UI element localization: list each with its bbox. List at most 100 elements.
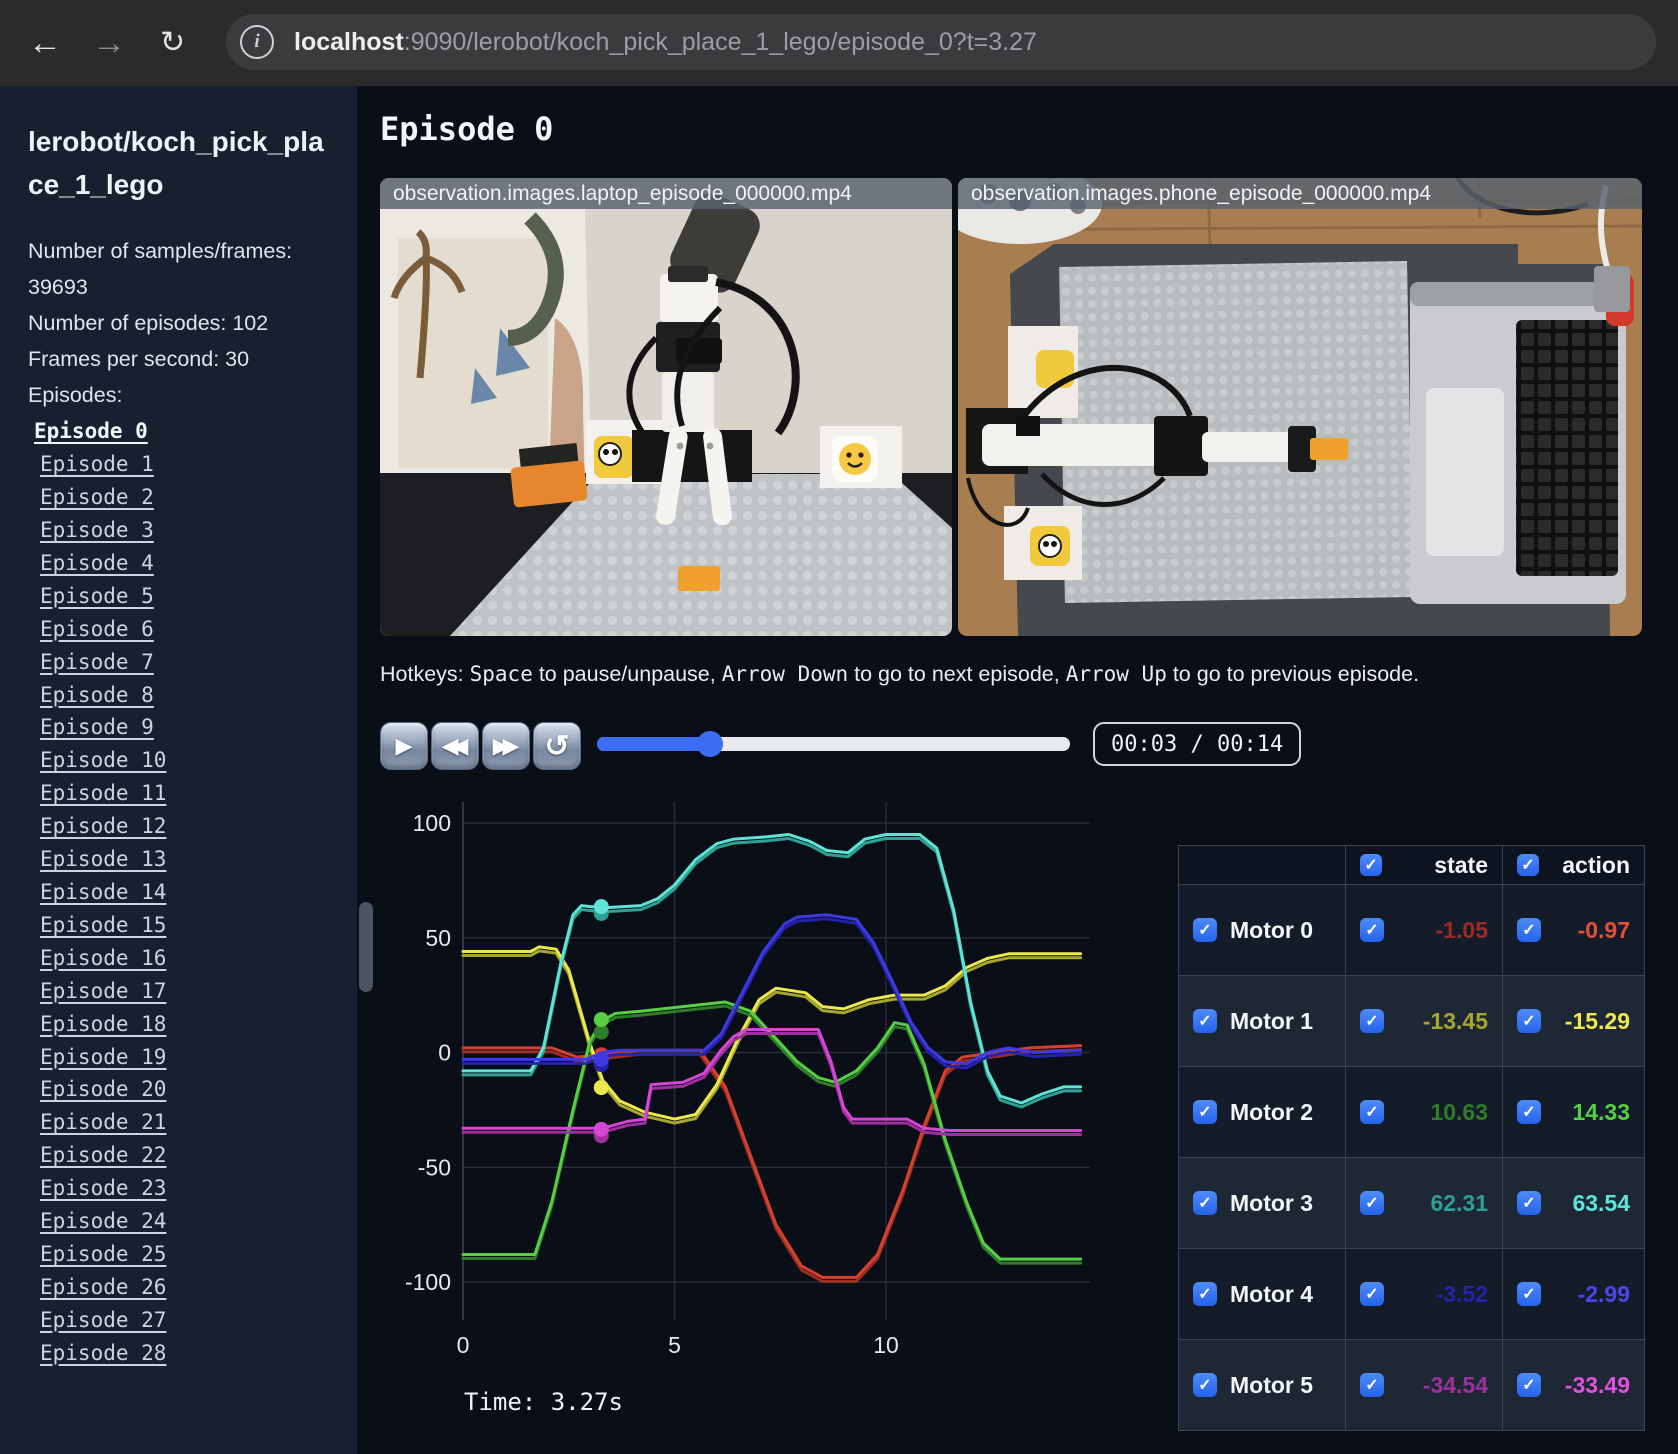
episode-link-19[interactable]: Episode 19 [28,1041,337,1074]
motor-4-state-checkbox[interactable]: ✓ [1360,1282,1384,1306]
chart-series-motor-5 [461,1028,1083,1144]
motor-5-action-checkbox[interactable]: ✓ [1517,1373,1541,1397]
episode-link-24[interactable]: Episode 24 [28,1205,337,1238]
episode-link-25[interactable]: Episode 25 [28,1238,337,1271]
motor-3-state-checkbox[interactable]: ✓ [1360,1191,1384,1215]
motor-1-checkbox[interactable]: ✓ [1193,1009,1217,1033]
rewind-button[interactable]: ◀◀ [431,722,479,770]
episode-link-13[interactable]: Episode 13 [28,843,337,876]
motor-0-action-cell: ✓ -0.97 [1502,885,1644,975]
episode-link-11[interactable]: Episode 11 [28,777,337,810]
motor-3-checkbox[interactable]: ✓ [1193,1191,1217,1215]
episode-link-4[interactable]: Episode 4 [28,547,337,580]
episode-link-0[interactable]: Episode 0 [28,415,337,448]
motor-name-cell: ✓ Motor 1 [1179,976,1345,1066]
time-display: 00:03 / 00:14 [1093,722,1302,766]
motor-5-checkbox[interactable]: ✓ [1193,1373,1217,1397]
hotkey-text: to pause/unpause, [532,662,722,686]
chart-time-label: Time: 3.27s [464,1388,623,1416]
episode-link-14[interactable]: Episode 14 [28,876,337,909]
play-button[interactable]: ▶ [380,722,428,770]
address-bar[interactable]: i localhost:9090/lerobot/koch_pick_place… [226,14,1656,70]
episode-link-8[interactable]: Episode 8 [28,679,337,712]
hotkey-key: Space [469,662,533,686]
episode-link-2[interactable]: Episode 2 [28,481,337,514]
episode-link-27[interactable]: Episode 27 [28,1304,337,1337]
table-row-motor-5: ✓ Motor 5 ✓ -34.54 ✓ -33.49 [1179,1340,1644,1431]
episode-link-22[interactable]: Episode 22 [28,1139,337,1172]
lerobot-visualizer-window: ← → ↻ i localhost:9090/lerobot/koch_pick… [0,0,1678,1454]
motor-chart-svg[interactable]: 100 50 0 -50 -100 0 5 10 [380,790,1100,1375]
seek-slider-thumb[interactable] [697,731,724,757]
motor-1-action-checkbox[interactable]: ✓ [1517,1009,1541,1033]
motor-0-state-checkbox[interactable]: ✓ [1360,918,1384,942]
y-tick-label: -100 [405,1269,451,1295]
motor-2-action-checkbox[interactable]: ✓ [1517,1100,1541,1124]
motor-3-action-cell: ✓ 63.54 [1502,1158,1644,1248]
episode-link-18[interactable]: Episode 18 [28,1008,337,1041]
state-column-checkbox[interactable]: ✓ [1360,854,1382,876]
y-tick-label: 0 [438,1040,451,1066]
motor-table: ✓ state ✓ action ✓ Motor 0 ✓ -1.05 ✓ -0.97 ✓ Motor … [1178,845,1645,1431]
episode-link-6[interactable]: Episode 6 [28,613,337,646]
episode-link-12[interactable]: Episode 12 [28,810,337,843]
episode-link-20[interactable]: Episode 20 [28,1073,337,1106]
motor-2-state-cell: ✓ 10.63 [1345,1067,1502,1157]
forward-icon[interactable]: → [92,18,126,68]
motor-name-cell: ✓ Motor 2 [1179,1067,1345,1157]
site-info-icon[interactable]: i [240,25,274,59]
episode-link-7[interactable]: Episode 7 [28,646,337,679]
episode-link-10[interactable]: Episode 10 [28,744,337,777]
episode-link-9[interactable]: Episode 9 [28,711,337,744]
motor-0-state-cell: ✓ -1.05 [1345,885,1502,975]
episode-link-15[interactable]: Episode 15 [28,909,337,942]
motor-4-state-cell: ✓ -3.52 [1345,1249,1502,1339]
episode-link-21[interactable]: Episode 21 [28,1106,337,1139]
x-tick-label: 10 [873,1332,899,1358]
motor-name: Motor 3 [1230,1189,1314,1216]
state-value: 62.31 [1430,1189,1488,1216]
header-empty-cell [1179,846,1345,884]
motor-1-action-cell: ✓ -15.29 [1502,976,1644,1066]
url-text: localhost:9090/lerobot/koch_pick_place_1… [294,28,1037,57]
episode-link-16[interactable]: Episode 16 [28,942,337,975]
motor-chart[interactable]: 100 50 0 -50 -100 0 5 10 Time: 3.27s [380,790,1100,1440]
fast-forward-button[interactable]: ▶▶ [482,722,530,770]
dataset-title: lerobot/koch_pick_place_1_lego [28,126,324,201]
loop-button[interactable]: ↺ [533,722,581,770]
motor-3-action-checkbox[interactable]: ✓ [1517,1191,1541,1215]
episode-link-28[interactable]: Episode 28 [28,1337,337,1370]
column-label: state [1434,851,1488,878]
motor-4-action-checkbox[interactable]: ✓ [1517,1282,1541,1306]
seek-slider[interactable] [597,731,1070,757]
lego-brick-top [1310,438,1348,460]
motor-1-state-checkbox[interactable]: ✓ [1360,1009,1384,1033]
episodes-label: Episodes: [28,383,123,408]
episode-link-26[interactable]: Episode 26 [28,1271,337,1304]
episode-link-23[interactable]: Episode 23 [28,1172,337,1205]
hotkeys-help: Hotkeys: Space to pause/unpause, Arrow D… [380,662,1419,687]
motor-0-checkbox[interactable]: ✓ [1193,918,1217,942]
motor-2-state-checkbox[interactable]: ✓ [1360,1100,1384,1124]
episode-link-17[interactable]: Episode 17 [28,975,337,1008]
table-header-row: ✓ state ✓ action [1179,846,1644,885]
motor-0-action-checkbox[interactable]: ✓ [1517,918,1541,942]
motor-2-action-cell: ✓ 14.33 [1502,1067,1644,1157]
scrollbar-thumb[interactable] [359,902,373,992]
motor-name: Motor 1 [1230,1007,1314,1034]
action-value: 63.54 [1572,1189,1630,1216]
rewind-icon: ◀◀ [441,733,469,758]
episode-link-3[interactable]: Episode 3 [28,514,337,547]
back-icon[interactable]: ← [28,18,62,68]
reload-icon[interactable]: ↻ [160,18,185,68]
motor-5-state-checkbox[interactable]: ✓ [1360,1373,1384,1397]
motor-4-checkbox[interactable]: ✓ [1193,1282,1217,1306]
url-host: localhost [294,27,404,56]
episode-link-1[interactable]: Episode 1 [28,448,337,481]
episode-link-5[interactable]: Episode 5 [28,580,337,613]
motor-2-checkbox[interactable]: ✓ [1193,1100,1217,1124]
current-time-marker [593,1080,609,1096]
hotkey-text: to go to previous episode. [1166,662,1420,686]
action-column-checkbox[interactable]: ✓ [1517,854,1539,876]
chart-series-motor-3 [461,833,1083,1109]
